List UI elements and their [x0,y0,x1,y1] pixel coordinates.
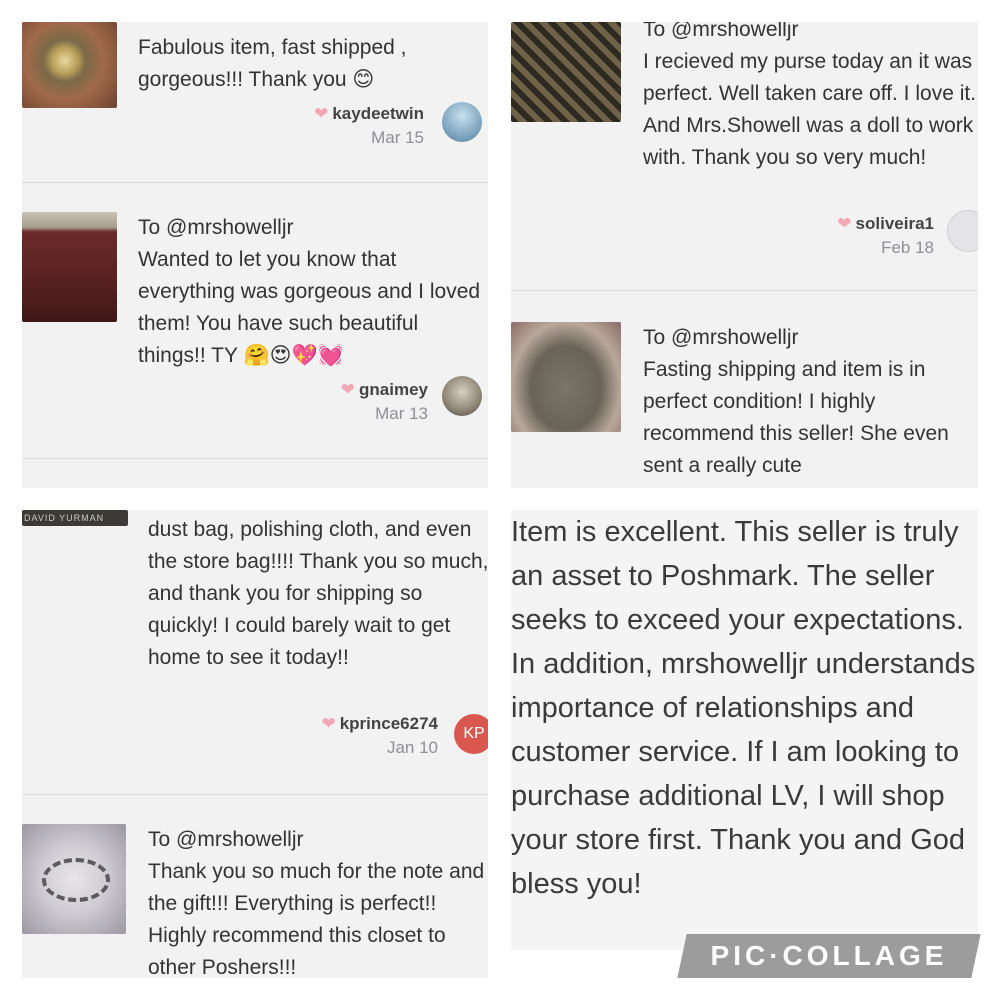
review-text: To @mrshowelljr I recieved my purse toda… [643,22,978,174]
divider [22,794,488,795]
review-text: To @mrshowelljr Wanted to let you know t… [138,212,488,372]
pic-collage-watermark: PIC·COLLAGE [677,934,981,978]
review-panel-1: Fabulous item, fast shipped , gorgeous!!… [22,22,488,488]
review-date: Mar 13 [375,404,428,423]
heart-icon[interactable]: ❤ [314,104,328,124]
review-panel-2: To @mrshowelljr I recieved my purse toda… [511,22,978,488]
review-date: Feb 18 [881,238,934,257]
review-panel-3: DAVID YURMAN dust bag, polishing cloth, … [22,510,488,978]
heart-icon[interactable]: ❤ [321,714,335,734]
review-date: Mar 15 [371,128,424,147]
divider [22,182,488,183]
heart-icon[interactable]: ❤ [341,380,355,400]
review-date: Jan 10 [386,738,438,757]
review-text: To @mrshowelljr Thank you so much for th… [148,824,488,978]
review-text: dust bag, polishing cloth, and even the … [148,518,488,669]
review-meta: ❤ soliveira1 Feb 18 [734,214,934,258]
gray-bag-thumbnail[interactable] [511,322,621,432]
username-link[interactable]: gnaimey [359,380,428,399]
user-avatar[interactable] [442,102,482,142]
review-meta: ❤ kprince6274 Jan 10 [238,714,438,758]
mk-purse-thumbnail[interactable] [511,22,621,122]
user-avatar-initials[interactable]: KP [454,714,488,754]
username-link[interactable]: kprince6274 [340,714,438,733]
divider [511,290,978,291]
heart-icon[interactable]: ❤ [837,214,851,234]
review-meta: ❤ gnaimey Mar 13 [228,380,428,424]
bracelet-thumbnail[interactable] [22,824,126,934]
default-avatar[interactable] [947,210,978,252]
username-link[interactable]: kaydeetwin [332,104,424,123]
username-link[interactable]: soliveira1 [856,214,934,233]
recipient-handle: To @mrshowelljr [643,326,799,349]
ring-thumbnail[interactable] [22,22,117,108]
user-avatar[interactable] [442,376,482,416]
review-panel-4: Item is excellent. This seller is truly … [511,510,978,950]
review-text: Fabulous item, fast shipped , gorgeous!!… [138,36,407,91]
review-text: To @mrshowelljr Fasting shipping and ite… [643,322,978,482]
jewelry-box-thumbnail[interactable]: DAVID YURMAN [22,510,128,526]
review-text-large: Item is excellent. This seller is truly … [511,516,976,900]
burgundy-bag-thumbnail[interactable] [22,212,117,322]
recipient-handle: To @mrshowelljr [643,22,799,41]
recipient-handle: To @mrshowelljr [138,216,294,239]
review-meta: ❤ kaydeetwin Mar 15 [224,104,424,148]
recipient-handle: To @mrshowelljr [148,828,304,851]
divider [22,458,488,459]
